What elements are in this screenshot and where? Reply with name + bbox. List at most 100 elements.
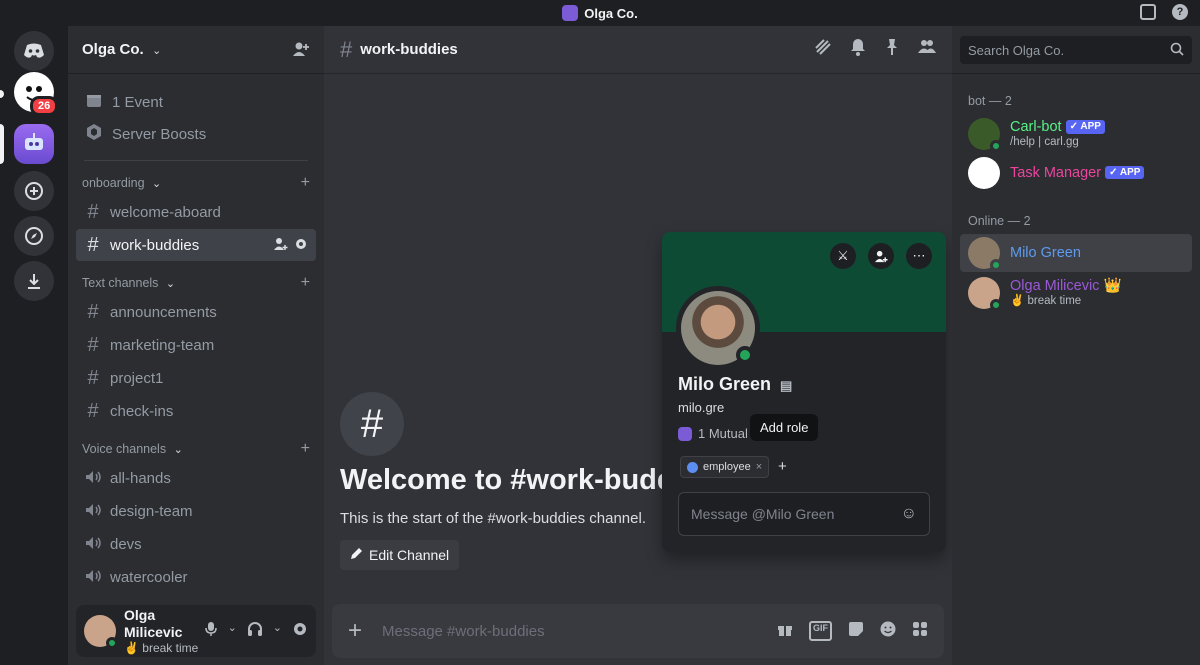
chevron-down-icon: ⌄ (165, 278, 176, 290)
category-text-channels[interactable]: Text channels ⌄ + (68, 271, 324, 295)
member-olga-milicevic[interactable]: Olga Milicevic 👑 ✌️ break time (960, 274, 1192, 312)
avatar (968, 237, 1002, 271)
channel-welcome-aboard[interactable]: # welcome-aboard (76, 196, 316, 228)
server-icon (678, 426, 692, 441)
voice-channel-all-hands[interactable]: all-hands (76, 462, 316, 494)
app-badge: ✓ APP (1065, 120, 1105, 134)
add-channel-icon[interactable]: + (301, 174, 310, 192)
category-onboarding[interactable]: onboarding ⌄ + (68, 171, 324, 195)
user-settings-gear-icon[interactable] (292, 621, 308, 641)
search-placeholder: Search Olga Co. (968, 42, 1065, 58)
profile-username: milo.gre (678, 400, 725, 415)
voice-channel-watercooler[interactable]: watercooler (76, 561, 316, 593)
create-invite-icon[interactable] (274, 237, 288, 254)
invite-people-icon[interactable] (292, 41, 310, 59)
direct-message-input[interactable]: Message @Milo Green ☺ (678, 492, 930, 536)
sword-icon[interactable]: ⚔ (830, 243, 856, 269)
member-name: Milo Green (1010, 244, 1081, 261)
add-server-icon[interactable] (14, 171, 54, 211)
online-status-icon (990, 140, 1002, 152)
events-item[interactable]: 1 Event (76, 86, 316, 118)
hash-icon: # (87, 200, 99, 223)
emoji-icon[interactable] (880, 621, 896, 641)
member-carl-bot[interactable]: Carl-bot ✓ APP /help | carl.gg (960, 115, 1192, 153)
user-name: Olga Milicevic (124, 607, 183, 640)
bell-icon[interactable] (850, 38, 866, 61)
avatar[interactable] (84, 615, 118, 649)
channel-project1[interactable]: # project1 (76, 362, 316, 394)
add-friend-icon[interactable] (868, 243, 894, 269)
voice-channel-devs[interactable]: devs (76, 528, 316, 560)
dm-placeholder: Message @Milo Green (691, 506, 835, 522)
help-icon[interactable]: ? (1172, 4, 1188, 20)
add-channel-icon[interactable]: + (301, 440, 310, 458)
discord-home-icon[interactable] (14, 31, 54, 71)
server-boosts-item[interactable]: Server Boosts (76, 118, 316, 150)
member-activity: /help | carl.gg (1010, 135, 1079, 148)
gift-icon[interactable] (777, 621, 793, 641)
sticker-icon[interactable] (848, 621, 864, 641)
pin-icon[interactable] (884, 38, 900, 61)
threads-icon[interactable] (814, 38, 832, 61)
selected-indicator (0, 124, 4, 164)
edit-channel-label: Edit Channel (369, 547, 450, 563)
add-channel-icon[interactable]: + (301, 274, 310, 292)
title-bar: Olga Co. ? (0, 0, 1200, 26)
server-icon (562, 5, 579, 21)
user-status: ✌️ break time (124, 640, 199, 655)
gear-icon[interactable] (294, 237, 308, 254)
hash-lock-icon: # (87, 366, 99, 389)
online-status-icon (990, 259, 1002, 271)
online-status-icon (990, 299, 1002, 311)
apps-icon[interactable] (912, 621, 928, 641)
profile-avatar[interactable] (676, 286, 760, 370)
channel-announcements[interactable]: # announcements (76, 296, 316, 328)
speaker-lock-icon (84, 500, 102, 523)
speaker-icon (84, 566, 102, 589)
headphones-icon[interactable] (247, 621, 263, 641)
more-options-icon[interactable]: ⋯ (906, 243, 932, 269)
channel-work-buddies[interactable]: # work-buddies (76, 229, 316, 261)
crown-icon: 👑 (1103, 278, 1122, 295)
search-icon (1170, 42, 1184, 59)
member-milo-green[interactable]: Milo Green (960, 234, 1192, 272)
microphone-icon[interactable] (204, 621, 218, 641)
server-header[interactable]: Olga Co. ⌄ (68, 26, 324, 74)
channel-label: design-team (110, 502, 193, 520)
category-label: Voice channels (82, 442, 167, 456)
download-icon[interactable] (14, 261, 54, 301)
inbox-icon[interactable] (1140, 4, 1156, 20)
member-task-manager[interactable]: Task Manager ✓ APP (960, 154, 1192, 192)
mutual-servers[interactable]: 1 Mutual S (678, 426, 760, 441)
channel-sidebar: Olga Co. ⌄ 1 Event Server Boosts onboard… (68, 26, 324, 665)
member-name: Olga Milicevic (1010, 278, 1100, 295)
voice-channel-design-team[interactable]: design-team (76, 495, 316, 527)
search-input[interactable]: Search Olga Co. (960, 36, 1192, 64)
remove-role-icon[interactable]: × (756, 461, 762, 473)
avatar (968, 118, 1002, 152)
explore-icon[interactable] (14, 216, 54, 256)
channel-title: work-buddies (360, 41, 458, 58)
server-name: Olga Co. (82, 40, 144, 58)
channel-marketing-team[interactable]: # marketing-team (76, 329, 316, 361)
chevron-down-icon[interactable]: ⌄ (273, 621, 282, 641)
note-icon[interactable]: ▤ (780, 378, 792, 393)
hash-icon: # (87, 233, 99, 256)
edit-channel-button[interactable]: Edit Channel (340, 540, 460, 570)
member-name: Carl-bot (1010, 119, 1062, 136)
channel-check-ins[interactable]: # check-ins (76, 395, 316, 427)
member-list-icon[interactable] (918, 38, 936, 61)
member-name: Task Manager (1010, 164, 1102, 181)
emoji-icon[interactable]: ☺ (901, 505, 917, 523)
role-chip-employee: employee × (680, 456, 770, 478)
speaker-icon (84, 467, 102, 490)
message-composer[interactable]: + Message #work-buddies GIF (332, 604, 944, 658)
attach-plus-icon[interactable]: + (348, 617, 362, 645)
server-robot-icon[interactable] (14, 124, 54, 164)
gif-icon[interactable]: GIF (809, 621, 832, 641)
member-activity: ✌️ break time (1010, 294, 1082, 307)
add-role-button[interactable]: + (778, 458, 787, 475)
channel-label: marketing-team (110, 336, 215, 354)
chevron-down-icon[interactable]: ⌄ (228, 621, 237, 641)
category-voice-channels[interactable]: Voice channels ⌄ + (68, 437, 324, 461)
